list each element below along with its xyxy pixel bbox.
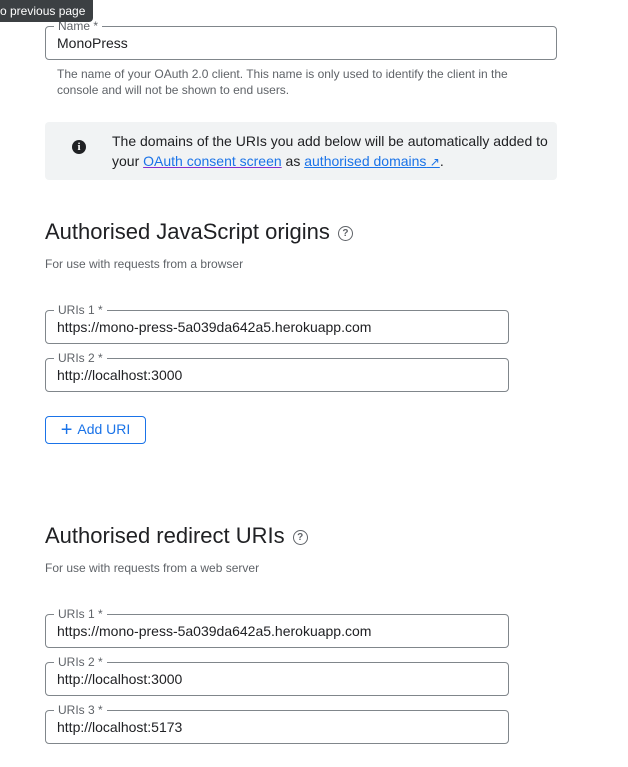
- add-uri-label: Add URI: [77, 421, 131, 437]
- back-tooltip: o previous page: [0, 0, 94, 22]
- help-icon[interactable]: ?: [292, 530, 308, 545]
- name-field[interactable]: Name *: [45, 19, 557, 60]
- js-origin-uri-1-input[interactable]: [57, 311, 495, 343]
- redirect-uri-2-field[interactable]: URIs 2 *: [45, 655, 509, 696]
- external-link-icon: ↗: [426, 155, 440, 169]
- info-text-mid: as: [281, 153, 305, 169]
- name-hint: The name of your OAuth 2.0 client. This …: [57, 67, 508, 97]
- oauth-client-form: o previous page Name * The name of your …: [0, 0, 628, 767]
- js-origins-subtitle: For use with requests from a browser: [45, 257, 244, 271]
- js-origin-uri-2-field[interactable]: URIs 2 *: [45, 351, 509, 392]
- name-input[interactable]: [57, 27, 543, 59]
- redirect-uri-2-input[interactable]: [57, 663, 495, 695]
- redirect-uri-1-input[interactable]: [57, 615, 495, 647]
- help-icon[interactable]: ?: [337, 226, 353, 241]
- js-origins-title-text: Authorised JavaScript origins: [45, 219, 330, 244]
- redirect-uri-3-field[interactable]: URIs 3 *: [45, 703, 509, 744]
- info-text: The domains of the URIs you add below wi…: [112, 131, 552, 172]
- redirect-uri-3-input[interactable]: [57, 711, 495, 743]
- js-origins-title: Authorised JavaScript origins?: [45, 218, 353, 246]
- authorised-domains-link[interactable]: authorised domains ↗: [304, 153, 440, 169]
- info-banner: i The domains of the URIs you add below …: [45, 122, 557, 180]
- js-origin-uri-1-field[interactable]: URIs 1 *: [45, 303, 509, 344]
- plus-icon: +: [60, 419, 73, 441]
- info-text-after: .: [439, 153, 444, 169]
- redirect-uris-subtitle: For use with requests from a web server: [45, 561, 260, 575]
- authorised-domains-link-label: authorised domains: [304, 153, 427, 169]
- info-icon: i: [72, 140, 86, 154]
- js-origin-uri-2-input[interactable]: [57, 359, 495, 391]
- redirect-uri-1-field[interactable]: URIs 1 *: [45, 607, 509, 648]
- redirect-uris-title: Authorised redirect URIs?: [45, 522, 308, 550]
- redirect-uris-title-text: Authorised redirect URIs: [45, 523, 285, 548]
- add-uri-button[interactable]: + Add URI: [45, 416, 146, 444]
- oauth-consent-screen-link[interactable]: OAuth consent screen: [143, 153, 282, 169]
